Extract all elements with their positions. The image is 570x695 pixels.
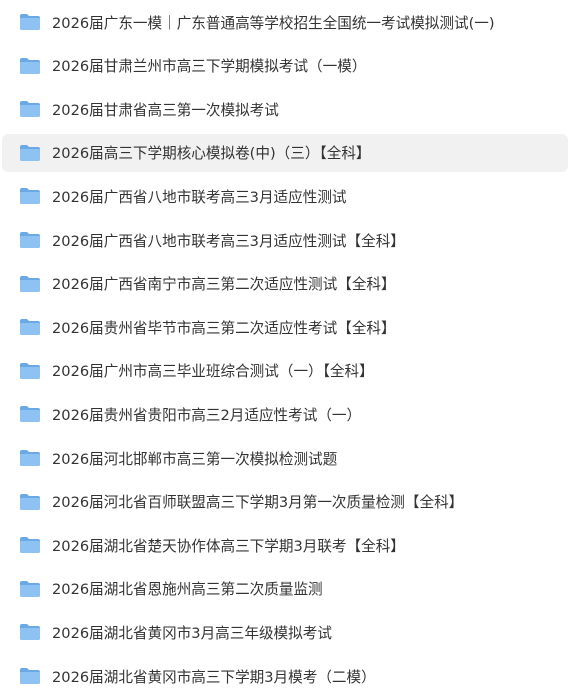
folder-icon: [19, 275, 41, 293]
folder-item[interactable]: 2026届广西省八地市联考高三3月适应性测试: [0, 177, 570, 215]
folder-icon: [19, 493, 41, 511]
folder-item[interactable]: 2026届广东一模｜广东普通高等学校招生全国统一考试模拟测试(一): [0, 3, 570, 41]
folder-label: 2026届广西省八地市联考高三3月适应性测试: [52, 188, 347, 206]
folder-label: 2026届甘肃省高三第一次模拟考试: [52, 101, 279, 119]
folder-label: 2026届广东一模｜广东普通高等学校招生全国统一考试模拟测试(一): [52, 14, 495, 32]
folder-label: 2026届湖北省恩施州高三第二次质量监测: [52, 581, 323, 599]
folder-label: 2026届湖北省楚天协作体高三下学期3月联考【全科】: [52, 537, 405, 555]
folder-item[interactable]: 2026届湖北省楚天协作体高三下学期3月联考【全科】: [0, 526, 570, 564]
folder-item[interactable]: 2026届湖北省恩施州高三第二次质量监测: [0, 570, 570, 608]
folder-label: 2026届贵州省毕节市高三第二次适应性考试【全科】: [52, 319, 396, 337]
folder-label: 2026届高三下学期核心模拟卷(中)（三）【全科】: [52, 145, 371, 163]
folder-item[interactable]: 2026届湖北省黄冈市高三下学期3月模考（二模）: [0, 657, 570, 695]
folder-label: 2026届河北邯郸市高三第一次模拟检测试题: [52, 450, 338, 468]
folder-label: 2026届甘肃兰州市高三下学期模拟考试（一模）: [52, 58, 367, 76]
folder-icon: [19, 144, 41, 162]
folder-item[interactable]: 2026届甘肃兰州市高三下学期模拟考试（一模）: [0, 47, 570, 85]
folder-item[interactable]: 2026届广州市高三毕业班综合测试（一）【全科】: [0, 352, 570, 390]
folder-icon: [19, 623, 41, 641]
folder-label: 2026届广西省南宁市高三第二次适应性测试【全科】: [52, 276, 396, 294]
folder-icon: [19, 13, 41, 31]
folder-item[interactable]: 2026届贵州省毕节市高三第二次适应性考试【全科】: [0, 308, 570, 346]
folder-label: 2026届湖北省黄冈市3月高三年级模拟考试: [52, 624, 332, 642]
folder-item[interactable]: 2026届河北省百师联盟高三下学期3月第一次质量检测【全科】: [0, 483, 570, 521]
folder-item[interactable]: 2026届甘肃省高三第一次模拟考试: [0, 90, 570, 128]
folder-list: 2026届广东一模｜广东普通高等学校招生全国统一考试模拟测试(一) 2026届甘肃…: [0, 0, 570, 695]
folder-item[interactable]: 2026届湖北省黄冈市3月高三年级模拟考试: [0, 613, 570, 651]
folder-icon: [19, 362, 41, 380]
folder-icon: [19, 405, 41, 423]
folder-icon: [19, 536, 41, 554]
folder-icon: [19, 57, 41, 75]
folder-icon: [19, 231, 41, 249]
folder-item[interactable]: 2026届高三下学期核心模拟卷(中)（三）【全科】: [2, 133, 568, 172]
folder-item[interactable]: 2026届广西省八地市联考高三3月适应性测试【全科】: [0, 221, 570, 259]
folder-icon: [19, 580, 41, 598]
folder-icon: [19, 100, 41, 118]
folder-label: 2026届湖北省黄冈市高三下学期3月模考（二模）: [52, 668, 376, 686]
folder-item[interactable]: 2026届河北邯郸市高三第一次模拟检测试题: [0, 439, 570, 477]
folder-icon: [19, 667, 41, 685]
folder-item[interactable]: 2026届贵州省贵阳市高三2月适应性考试（一）: [0, 395, 570, 433]
folder-label: 2026届贵州省贵阳市高三2月适应性考试（一）: [52, 406, 362, 424]
folder-icon: [19, 449, 41, 467]
folder-label: 2026届河北省百师联盟高三下学期3月第一次质量检测【全科】: [52, 494, 464, 512]
folder-label: 2026届广西省八地市联考高三3月适应性测试【全科】: [52, 232, 405, 250]
folder-item[interactable]: 2026届广西省南宁市高三第二次适应性测试【全科】: [0, 265, 570, 303]
folder-label: 2026届广州市高三毕业班综合测试（一）【全科】: [52, 363, 374, 381]
folder-icon: [19, 318, 41, 336]
folder-icon: [19, 187, 41, 205]
